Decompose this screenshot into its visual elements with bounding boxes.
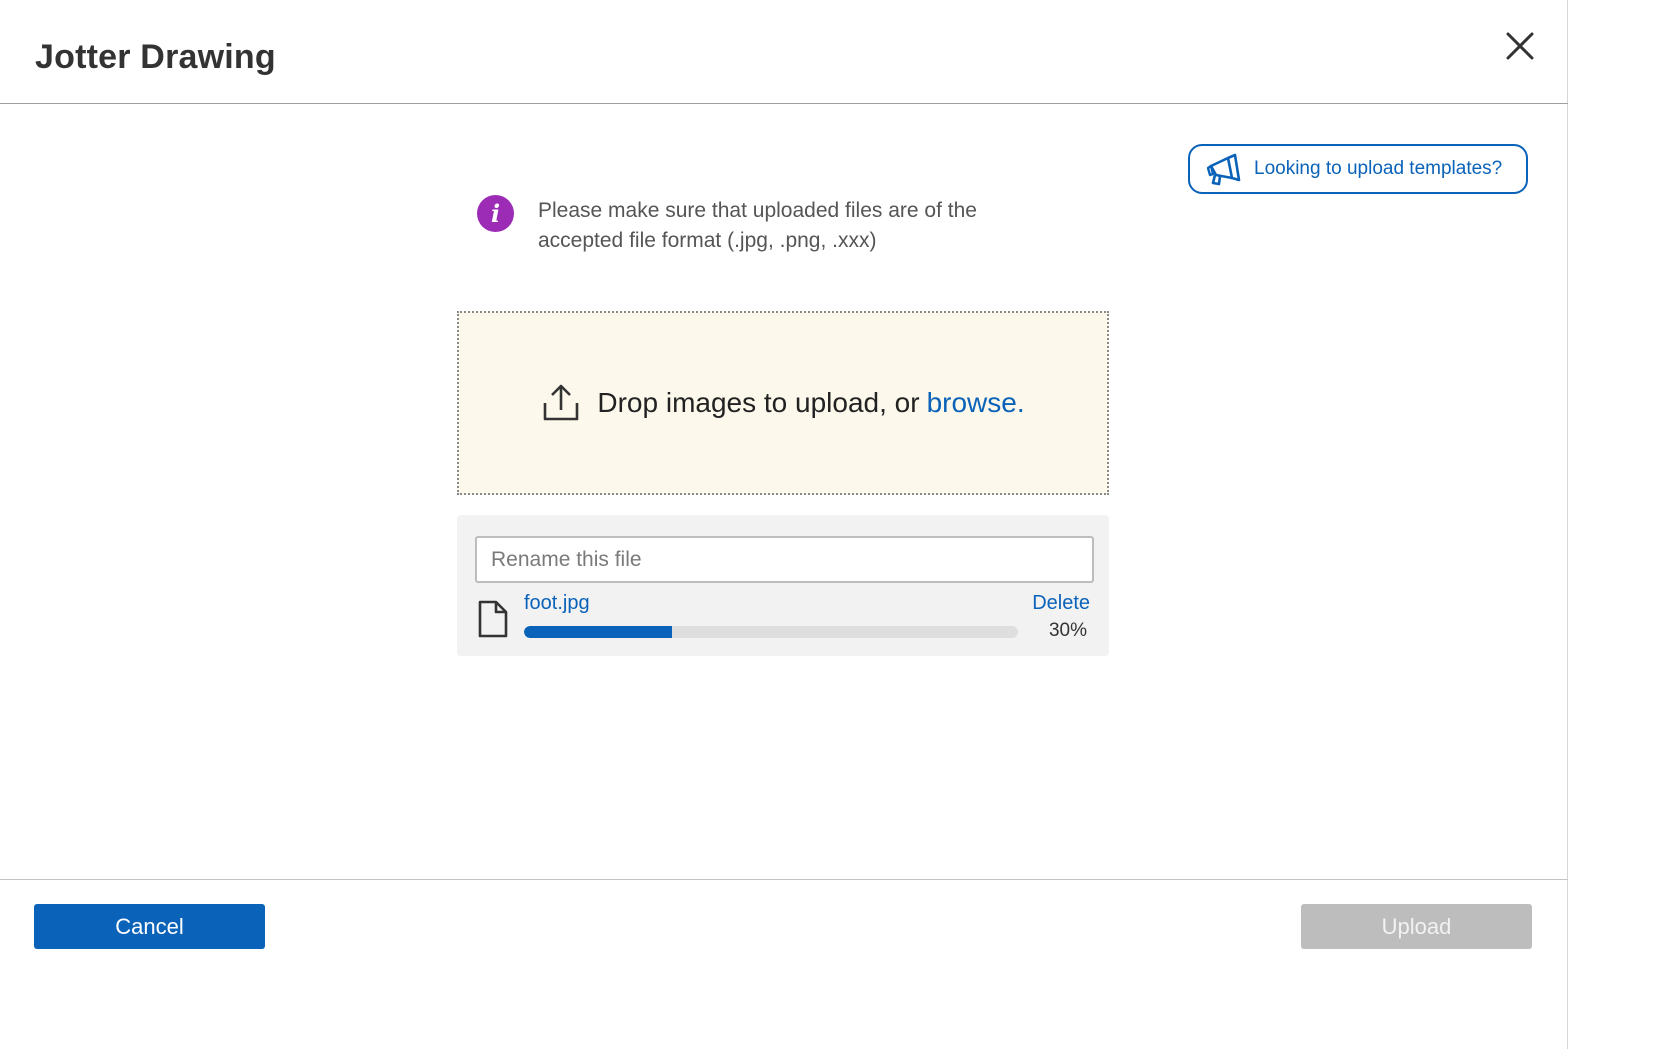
browse-link[interactable]: browse. xyxy=(927,387,1025,419)
dialog-footer: Cancel Upload xyxy=(0,879,1568,1049)
delete-file-link[interactable]: Delete xyxy=(1032,592,1090,615)
close-button[interactable] xyxy=(1500,26,1540,66)
info-icon: i xyxy=(477,195,514,232)
megaphone-icon xyxy=(1206,153,1241,186)
upload-progress-percent: 30% xyxy=(1048,620,1087,641)
file-name-link[interactable]: foot.jpg xyxy=(524,592,590,615)
upload-progress-fill xyxy=(524,626,673,638)
upload-templates-button[interactable]: Looking to upload templates? xyxy=(1188,144,1528,194)
upload-dialog: Jotter Drawing Looking to upload templat… xyxy=(0,0,1568,1049)
upload-icon xyxy=(544,384,579,421)
drop-zone-content: Drop images to upload, or browse. xyxy=(541,383,1025,423)
drop-zone[interactable]: Drop images to upload, or browse. xyxy=(457,311,1109,495)
file-icon xyxy=(478,600,508,638)
cancel-button[interactable]: Cancel xyxy=(34,904,265,949)
dialog-header: Jotter Drawing xyxy=(0,0,1568,104)
rename-file-input[interactable] xyxy=(475,536,1094,583)
drop-zone-text: Drop images to upload, or xyxy=(597,387,920,418)
file-item: foot.jpg Delete 30% xyxy=(457,515,1109,656)
dialog-title: Jotter Drawing xyxy=(35,38,276,76)
upload-progress-bar xyxy=(524,626,1018,638)
upload-button: Upload xyxy=(1301,904,1532,949)
info-message: Please make sure that uploaded files are… xyxy=(538,199,977,252)
close-icon xyxy=(1506,32,1534,60)
upload-templates-label: Looking to upload templates? xyxy=(1254,158,1503,179)
